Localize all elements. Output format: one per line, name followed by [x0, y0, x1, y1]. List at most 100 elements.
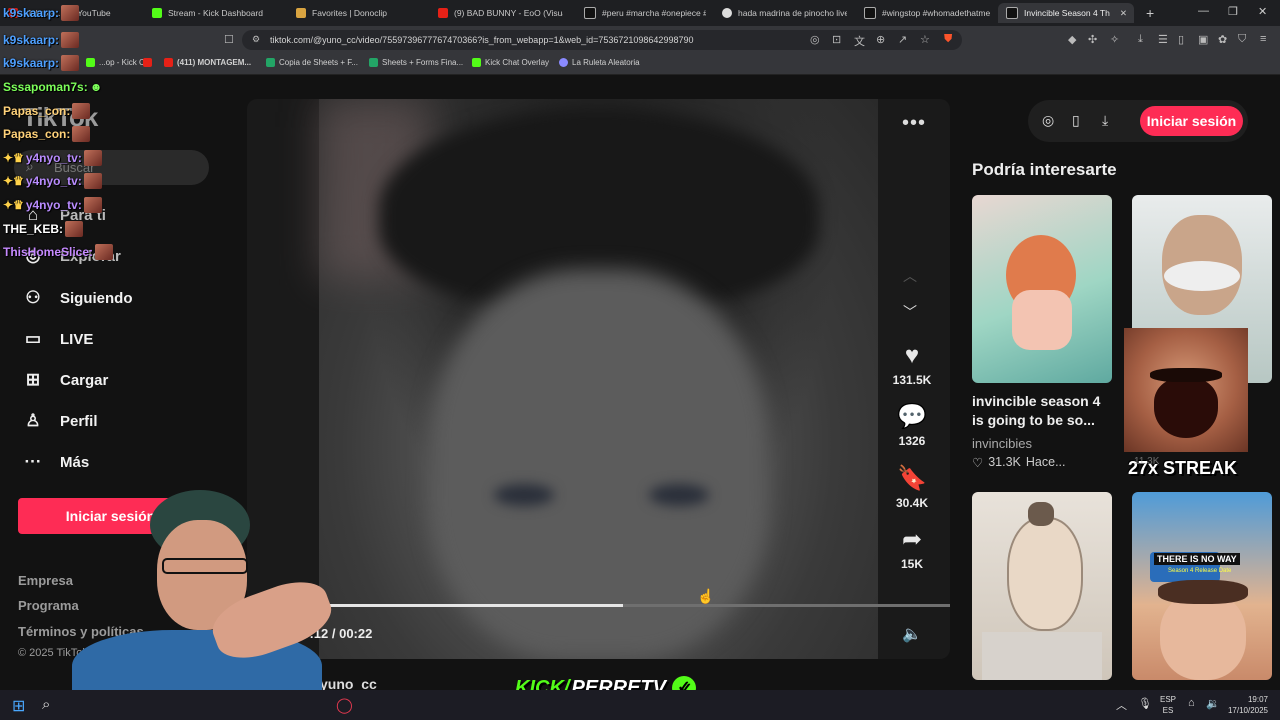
video-card-thumbnail[interactable]: THERE IS NO WAY Season 4 Release Date	[1132, 492, 1272, 680]
opera-icon[interactable]: ◯	[336, 696, 353, 714]
menu-icon[interactable]: ≡	[1260, 33, 1266, 45]
sidebar-item-live[interactable]: ▭ LIVE	[22, 329, 93, 349]
new-tab-icon[interactable]: +	[1146, 5, 1154, 21]
chat-message: ThisHomeSlice:	[3, 244, 114, 260]
search-icon[interactable]: ⌕	[42, 696, 50, 713]
extension-icon[interactable]: ◆	[1068, 33, 1076, 46]
microphone-icon[interactable]: 🎙	[1138, 697, 1152, 710]
vpn-icon[interactable]: ⛉	[1238, 33, 1246, 46]
star-icon[interactable]: ☆	[920, 33, 930, 46]
video-player[interactable]	[247, 99, 950, 659]
card-likes-ghost: 11.3K	[1134, 456, 1160, 467]
windows-taskbar: ⊞ ⌕ ◯ ︿ 🎙 ESP ES ⌂ 🔉 19:07 17/10/2025	[0, 690, 1280, 720]
sidebar-icon[interactable]: ▯	[1178, 33, 1184, 46]
chat-user: k9skaarp:	[3, 56, 60, 70]
volume-icon[interactable]: 🔉	[1206, 697, 1220, 710]
globe-icon	[722, 8, 732, 18]
chat-message: Papas_con:	[3, 126, 91, 142]
emote-mustache	[1150, 368, 1222, 382]
sidebar-item-mas[interactable]: ··· Más	[22, 452, 90, 472]
video-card-title[interactable]: invincible season 4 is going to be so...	[972, 392, 1112, 430]
no-eye-icon[interactable]: ◎	[810, 33, 820, 46]
download-icon[interactable]: ⤓	[1102, 112, 1108, 129]
chevron-up-icon[interactable]: ︿	[903, 266, 917, 286]
sidebar-item-label: Cargar	[60, 371, 109, 389]
phone-icon[interactable]: ▯	[1072, 112, 1080, 129]
install-icon[interactable]: ⊡	[832, 33, 841, 46]
close-tab-icon[interactable]: ✕	[1120, 8, 1127, 19]
like-button[interactable]: ♥ 131.5K	[890, 342, 934, 387]
minimize-icon[interactable]: —	[1198, 5, 1209, 17]
save-button[interactable]: 🔖 30.4K	[890, 465, 934, 510]
emote-icon	[72, 103, 91, 119]
sidebar-item-label: LIVE	[60, 330, 94, 348]
tab-label: #wingstop #whomadethatme	[882, 8, 990, 18]
video-card-thumbnail[interactable]	[972, 195, 1112, 383]
chevron-down-icon[interactable]: ﹀	[903, 302, 917, 322]
more-options-icon[interactable]: •••	[902, 112, 926, 135]
browser-tab[interactable]: #peru #marcha #onepiece #	[584, 3, 706, 23]
donoclip-icon	[296, 8, 306, 18]
browser-tab-active[interactable]: Invincible Season 4 Th ✕	[998, 3, 1134, 23]
zoom-icon[interactable]: ⊕	[876, 33, 885, 46]
site-info-icon[interactable]: ⚙	[252, 34, 260, 45]
sidebar-item-cargar[interactable]: ⊞ Cargar	[22, 370, 108, 390]
chat-user: Sssapoman7s:	[3, 80, 88, 94]
browser-tab[interactable]: #wingstop #whomadethatme	[864, 3, 990, 23]
restore-icon[interactable]: ❐	[1228, 5, 1238, 18]
windows-start-icon[interactable]: ⊞	[12, 696, 25, 716]
badge-icons: ✦♛	[3, 198, 24, 212]
browser-tab[interactable]: Stream - Kick Dashboard	[152, 3, 287, 23]
roulette-icon	[559, 58, 568, 67]
bookmark-item[interactable]: (411) MONTAGEM...	[164, 58, 251, 67]
language-indicator[interactable]: ESP ES	[1160, 694, 1176, 716]
login-button-top[interactable]: Iniciar sesión	[1140, 106, 1243, 136]
chat-message: THE_KEB:	[3, 221, 84, 237]
volume-icon[interactable]: 🔈	[902, 624, 922, 644]
youtube-icon	[164, 58, 173, 67]
chat-message: k9skaarp:	[3, 55, 80, 71]
comment-button[interactable]: 💬 1326	[890, 403, 934, 448]
browser-tab[interactable]: (9) BAD BUNNY - EoO (Visuali	[438, 3, 563, 23]
video-card-thumbnail[interactable]	[972, 492, 1112, 680]
emote-icon	[61, 32, 80, 48]
share-button[interactable]: ➦ 15K	[890, 526, 934, 571]
clock[interactable]: 19:07 17/10/2025	[1224, 694, 1268, 716]
bookmark-item[interactable]: Kick Chat Overlay	[472, 58, 549, 67]
puzzle-icon[interactable]: ✣	[1088, 33, 1097, 46]
kick-icon	[152, 8, 162, 18]
share-icon[interactable]: ↗	[898, 33, 907, 46]
close-window-icon[interactable]: ✕	[1258, 5, 1267, 18]
bookmark-item[interactable]: ...op - Kick C...	[86, 58, 151, 67]
bookmark-icon[interactable]: ☐	[224, 33, 234, 46]
video-eye-shape	[649, 484, 709, 506]
network-icon[interactable]: ⌂	[1188, 697, 1195, 709]
thumbnail-figure	[1028, 502, 1054, 526]
bookmark-label: Kick Chat Overlay	[485, 58, 550, 67]
extension-icon[interactable]: ✧	[1110, 33, 1119, 46]
sidebar-item-perfil[interactable]: ♙ Perfil	[22, 411, 97, 431]
bookmark-item[interactable]	[143, 58, 152, 67]
bookmark-item[interactable]: Copia de Sheets + F...	[266, 58, 358, 67]
bookmark-item[interactable]: Sheets + Forms Fina...	[369, 58, 463, 67]
leo-icon[interactable]: ✿	[1218, 33, 1227, 46]
download-icon[interactable]: ⤓	[1138, 33, 1143, 46]
tab-label: Favorites | Donoclip	[312, 8, 387, 18]
video-card-author[interactable]: invincibies	[972, 436, 1032, 451]
history-icon[interactable]: ☰	[1158, 33, 1168, 46]
bookmark-item[interactable]: La Ruleta Aleatoria	[559, 58, 640, 67]
youtube-icon	[438, 8, 448, 18]
sidebar-item-siguiendo[interactable]: ⚇ Siguiendo	[22, 288, 132, 308]
wallet-icon[interactable]: ▣	[1198, 33, 1208, 46]
clock-date: 17/10/2025	[1227, 706, 1268, 715]
brave-shield-icon[interactable]: ⛊	[944, 33, 952, 46]
browser-tab[interactable]: hada madrina de pinocho live	[722, 3, 847, 23]
kick-icon	[472, 58, 481, 67]
streak-overlay: 27x STREAK 11.3K	[1124, 328, 1248, 478]
compass-icon[interactable]: ◎	[1042, 112, 1054, 129]
chevron-up-icon[interactable]: ︿	[1116, 697, 1127, 713]
browser-tab[interactable]: Favorites | Donoclip	[296, 3, 431, 23]
translate-icon[interactable]: 文	[854, 33, 865, 49]
share-arrow-icon: ➦	[901, 526, 923, 553]
emote-icon	[83, 197, 102, 213]
